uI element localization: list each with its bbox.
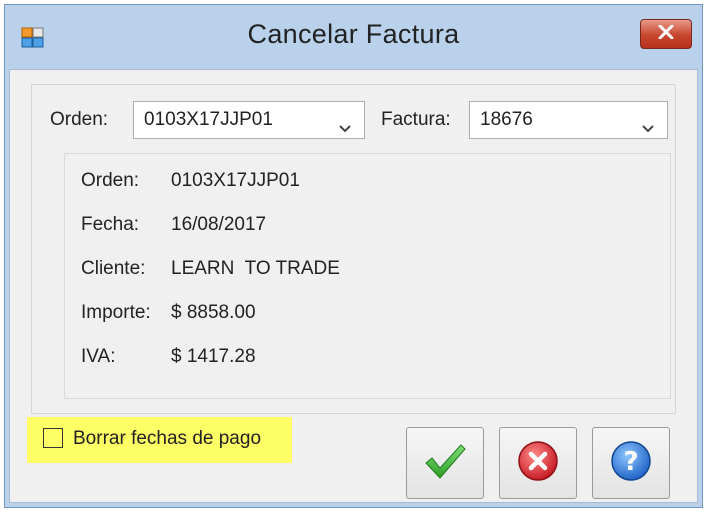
- cancel-button[interactable]: [499, 427, 577, 499]
- detail-label: Fecha:: [81, 214, 140, 235]
- factura-label: Factura:: [381, 109, 451, 130]
- chevron-down-icon[interactable]: [338, 113, 352, 133]
- invoice-details-panel: Orden: 0103X17JJP01 Fecha: 16/08/2017 Cl…: [64, 153, 671, 399]
- help-question-icon: ?: [609, 439, 653, 488]
- detail-value: $ 1417.28: [171, 346, 256, 367]
- detail-label: Cliente:: [81, 258, 146, 279]
- dialog-window: Cancelar Factura Orden: 0103X17JJP01 Fac…: [4, 4, 703, 508]
- window-title: Cancelar Factura: [247, 19, 460, 49]
- help-button[interactable]: ?: [592, 427, 670, 499]
- borrar-fechas-option: Borrar fechas de pago: [27, 417, 292, 463]
- orden-combobox-value: 0103X17JJP01: [144, 109, 273, 130]
- chevron-down-icon[interactable]: [641, 113, 655, 133]
- svg-text:?: ?: [623, 447, 638, 477]
- detail-value: 0103X17JJP01: [171, 170, 300, 191]
- close-icon: [658, 24, 674, 44]
- borrar-fechas-checkbox[interactable]: [43, 428, 63, 448]
- dialog-body: Orden: 0103X17JJP01 Factura: 18676 Orden…: [9, 69, 698, 503]
- factura-combobox[interactable]: 18676: [469, 101, 668, 139]
- detail-value: 16/08/2017: [171, 214, 267, 235]
- orden-label: Orden:: [50, 109, 109, 130]
- detail-value: LEARN TO TRADE: [171, 258, 340, 279]
- close-button[interactable]: [640, 19, 692, 49]
- orden-combobox[interactable]: 0103X17JJP01: [133, 101, 365, 139]
- cancel-x-icon: [516, 439, 560, 488]
- detail-label: IVA:: [81, 346, 116, 367]
- title-bar[interactable]: Cancelar Factura: [5, 5, 702, 69]
- factura-combobox-value: 18676: [480, 109, 533, 130]
- invoice-groupbox: Orden: 0103X17JJP01 Factura: 18676 Orden…: [31, 84, 676, 414]
- accept-button[interactable]: [406, 427, 484, 499]
- detail-value: $ 8858.00: [171, 302, 256, 323]
- checkmark-icon: [423, 441, 467, 486]
- detail-label: Orden:: [81, 170, 140, 191]
- borrar-fechas-label[interactable]: Borrar fechas de pago: [73, 428, 261, 450]
- detail-label: Importe:: [81, 302, 151, 323]
